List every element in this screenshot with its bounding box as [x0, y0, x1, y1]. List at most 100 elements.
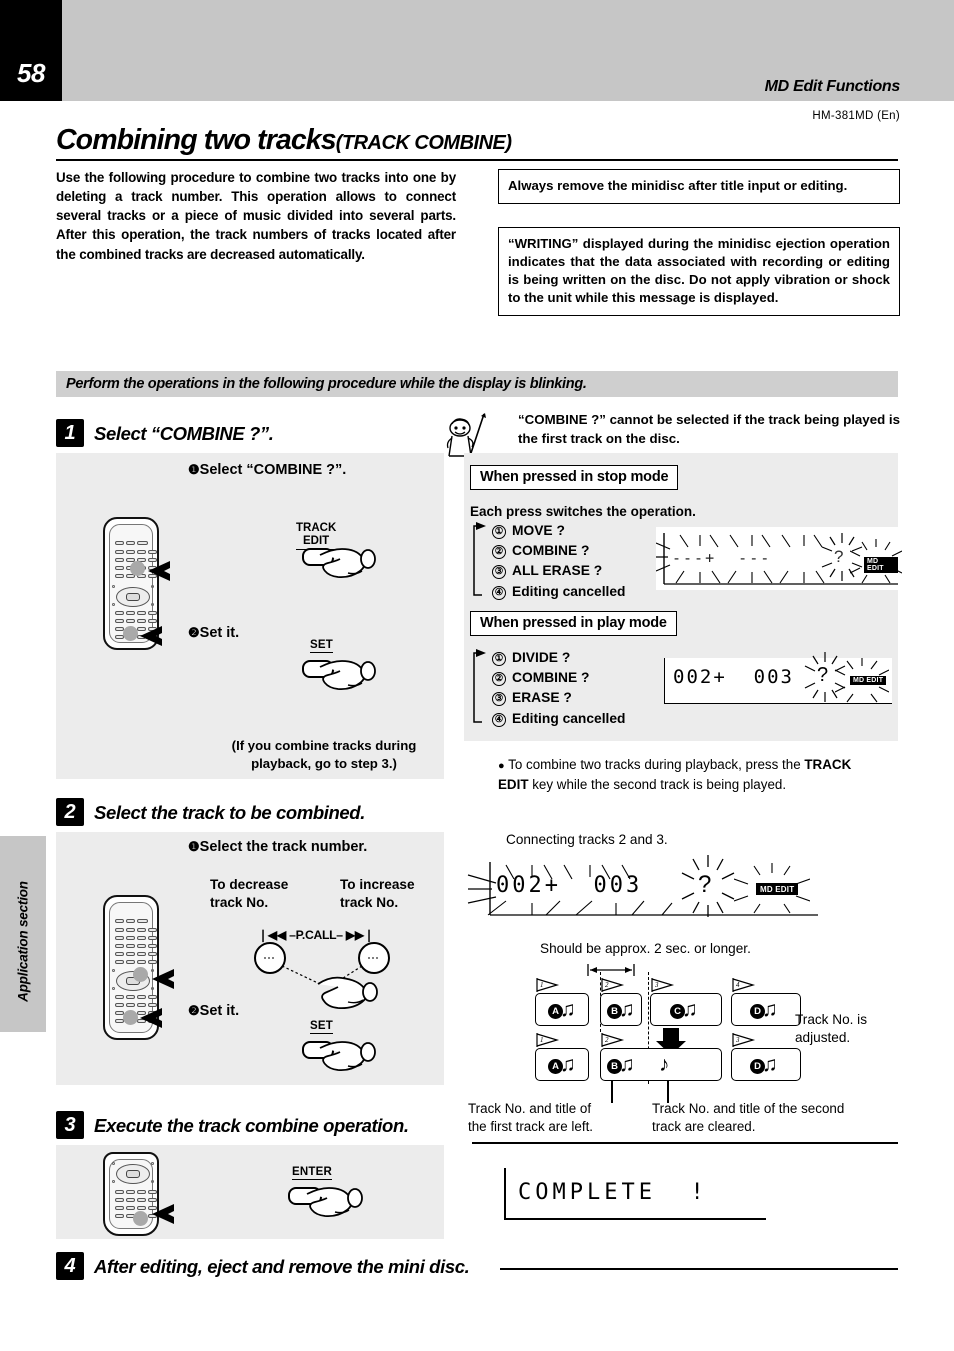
svg-text:1: 1	[540, 1036, 544, 1044]
stop-opt-4-label: Editing cancelled	[512, 583, 626, 599]
set-button-hand-icon-step1[interactable]	[302, 655, 380, 697]
play-opt-1-label: DIVIDE ?	[512, 650, 571, 665]
pcall-buttons-hand-icon[interactable]	[248, 940, 408, 1020]
section-divider-rule	[472, 1142, 898, 1144]
step-4-rule	[500, 1268, 898, 1270]
press-arrow-icon-4	[140, 1008, 162, 1028]
stop-opt-2-num: ②	[492, 545, 506, 560]
stop-mode-display-text: ---+ ---	[672, 549, 772, 567]
step-2-sub2-number: ❷	[188, 1003, 200, 1018]
step-2-number: 2	[56, 798, 84, 826]
enter-button-hand-icon[interactable]	[288, 1182, 368, 1224]
step-1-number: 1	[56, 419, 84, 447]
stop-opt-2-label: COMBINE ?	[512, 543, 590, 559]
music-note-icon: ♫	[762, 998, 778, 1021]
svg-text:4: 4	[736, 981, 740, 989]
step-2-display: 002+ 003 ? MD EDIT	[466, 855, 896, 923]
note-box-remove-minidisc: Always remove the minidisc after title i…	[498, 169, 900, 204]
stop-mode-display: ---+ --- ? MD EDIT	[656, 527, 902, 590]
svg-text:1: 1	[540, 981, 544, 989]
stop-opt-3-num: ③	[492, 565, 506, 580]
step-1-sub1-label: Select “COMBINE ?”.	[199, 462, 347, 478]
track-block-before-2: B ♫	[600, 993, 642, 1026]
play-opt-2-num: ②	[492, 672, 506, 687]
duration-span-arrow-icon	[587, 964, 635, 976]
music-note-icon: ♫	[560, 998, 576, 1021]
set-key-label-step1: SET	[310, 639, 333, 653]
track-flag-after-1-icon: 1	[536, 1033, 560, 1047]
track-block-before-4: D ♫	[731, 993, 801, 1026]
music-note-icon: ♫	[762, 1053, 778, 1076]
title-divider	[56, 159, 898, 161]
tip-bullet-icon: ●	[498, 760, 505, 772]
section-title: MD Edit Functions	[764, 78, 901, 95]
page-number: 58	[17, 58, 45, 88]
play-opt-1-num: ①	[492, 652, 506, 666]
track-flag-after-3-icon: 3	[732, 1033, 756, 1047]
svg-text:3: 3	[735, 1036, 740, 1044]
play-opt-2-label: COMBINE ?	[512, 670, 590, 686]
tip-text-part1: To combine two tracks during playback, p…	[508, 757, 805, 772]
track-block-after-2-combined: B ♫ ♪	[600, 1048, 722, 1081]
track-block-before-1: A ♫	[535, 993, 589, 1026]
intro-paragraph: Use the following procedure to combine t…	[56, 170, 456, 262]
svg-text:2: 2	[605, 1036, 609, 1044]
enter-key-label: ENTER	[292, 1166, 332, 1180]
combine-boundary-dash-left	[600, 972, 601, 1032]
step-2-display-text: 002+ 003	[496, 873, 643, 898]
track-flag-4-icon: 4	[732, 978, 756, 992]
track-flag-3-icon: 3	[651, 978, 675, 992]
duration-note: Should be approx. 2 sec. or longer.	[540, 941, 751, 956]
step-2-sub2-label: Set it.	[199, 1003, 240, 1019]
press-arrow-icon-2	[140, 626, 162, 646]
press-arrow-icon-3	[152, 969, 174, 989]
procedure-banner-text: Perform the operations in the following …	[66, 376, 587, 392]
note-box-writing-warning: “WRITING” displayed during the minidisc …	[498, 227, 900, 316]
tip-text-part2: key while the second track is being play…	[528, 776, 787, 792]
step-3-title: Execute the track combine operation.	[94, 1115, 409, 1136]
svg-text:3: 3	[654, 981, 659, 989]
step-1-tip: ● To combine two tracks during playback,…	[498, 755, 900, 794]
connecting-tracks-caption: Connecting tracks 2 and 3.	[506, 832, 668, 847]
sidebar-application-section: Application section	[0, 836, 46, 1032]
press-arrow-icon-5	[152, 1204, 174, 1224]
page-title-main: Combining two tracks	[56, 124, 337, 156]
play-opt-3-num: ③	[492, 692, 506, 707]
play-mode-display: 002+ 003 ? MD EDIT	[664, 652, 892, 704]
music-note-icon-cleared: ♪	[659, 1053, 670, 1076]
stop-opt-1-num: ①	[492, 525, 506, 539]
play-opt-3-label: ERASE ?	[512, 690, 572, 706]
step-2-sub1-number: ❶	[188, 839, 200, 854]
track-edit-button-hand-icon[interactable]	[302, 543, 380, 585]
stop-opt-1-label: MOVE ?	[512, 523, 565, 538]
music-note-icon: ♫	[560, 1053, 576, 1076]
step-1-caution-text: “COMBINE ?” cannot be selected if the tr…	[518, 412, 900, 446]
caption-first-track: Track No. and title of the first track a…	[468, 1101, 594, 1134]
track-block-after-1: A ♫	[535, 1048, 589, 1081]
set-button-hand-icon-step2[interactable]	[302, 1036, 380, 1078]
music-note-icon: ♫	[619, 1053, 635, 1076]
complete-display: COMPLETE !	[504, 1168, 766, 1220]
step2-mdedit-rays-icon	[734, 863, 810, 914]
play-mode-loop-bracket-icon	[473, 649, 486, 723]
complete-display-text: COMPLETE !	[518, 1180, 708, 1205]
caption-second-track: Track No. and title of the second track …	[652, 1101, 845, 1134]
caution-character-icon	[446, 413, 486, 457]
procedure-banner: Perform the operations in the following …	[56, 371, 898, 397]
step2-question-rays-icon	[681, 855, 735, 917]
stop-opt-4-num: ④	[492, 585, 506, 600]
decrease-track-label: To decrease track No.	[210, 877, 289, 910]
music-note-icon: ♫	[682, 998, 698, 1021]
stop-mode-box: When pressed in stop mode	[470, 465, 679, 490]
step-3-number: 3	[56, 1111, 84, 1139]
track-flag-after-2-icon: 2	[601, 1033, 625, 1047]
step-1-title: Select “COMBINE ?”.	[94, 423, 274, 444]
step-1-sub2-label: Set it.	[199, 625, 240, 641]
stop-mode-loop-bracket-icon	[473, 522, 486, 596]
step-1-sub1: ❶Select “COMBINE ?”.	[188, 462, 346, 478]
track-flag-2-icon: 2	[601, 978, 625, 992]
track-block-before-3: C ♫	[650, 993, 722, 1026]
page-title-sub: (TRACK COMBINE)	[335, 132, 512, 154]
play-mode-display-text: 002+ 003	[673, 666, 794, 688]
mdedit-blink-rays-icon	[850, 539, 902, 584]
